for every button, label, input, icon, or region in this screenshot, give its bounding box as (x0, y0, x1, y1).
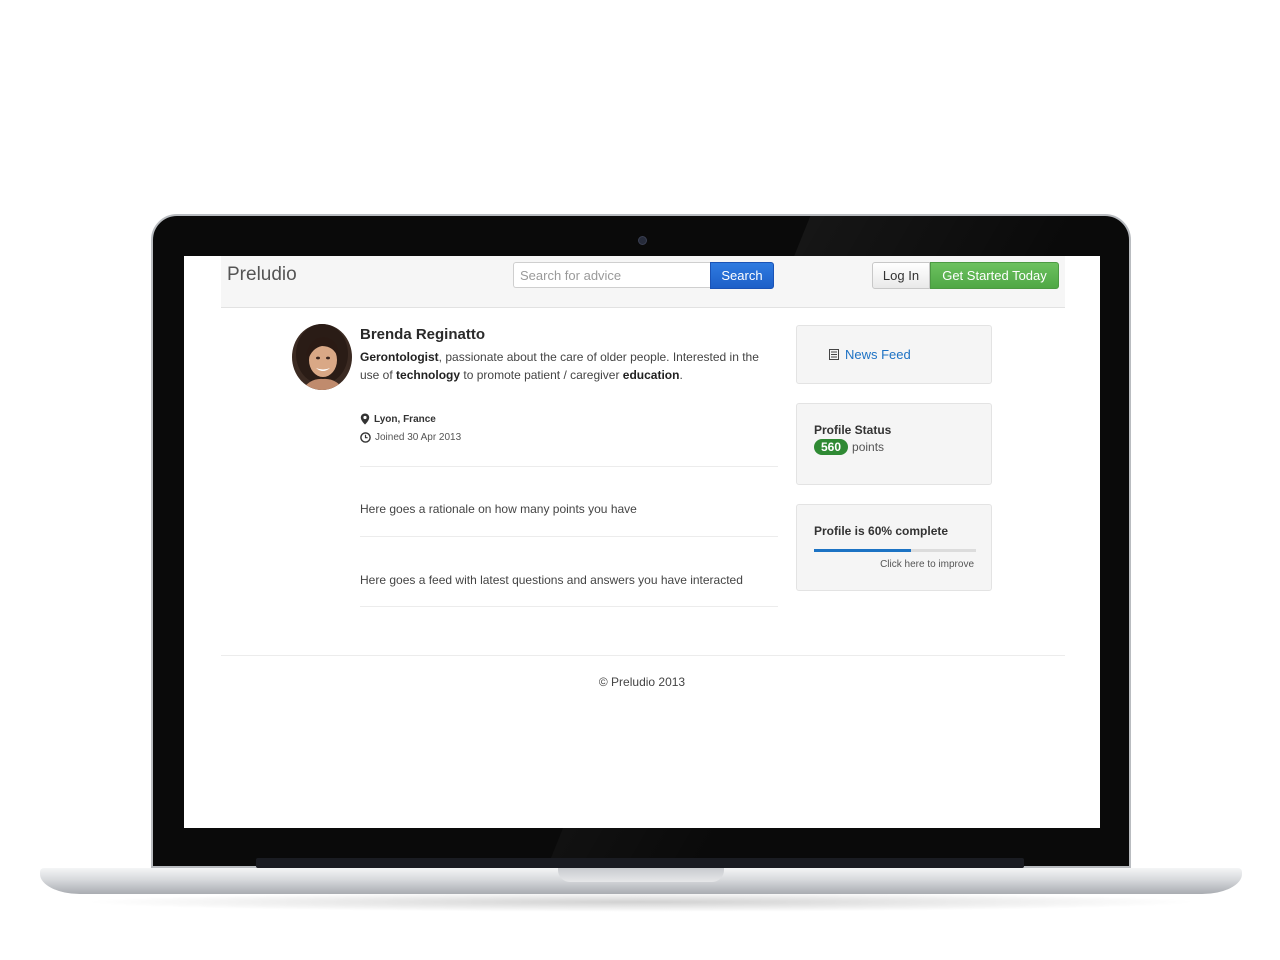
activity-feed-text: Here goes a feed with latest questions a… (360, 573, 743, 587)
improve-profile-link[interactable]: Click here to improve (880, 559, 974, 570)
profile-joined: Joined 30 Apr 2013 (360, 432, 461, 443)
divider (360, 606, 778, 607)
brand-logo[interactable]: Preludio (227, 264, 297, 286)
location-text: Lyon, France (374, 413, 436, 425)
bio-text: . (679, 368, 683, 382)
news-feed-label: News Feed (845, 347, 911, 362)
news-feed-panel: News Feed (796, 325, 992, 384)
divider (360, 466, 778, 467)
browser-viewport: Preludio Search Log In Get Started Today… (184, 256, 1100, 828)
points-row: 560 points (814, 439, 884, 455)
avatar-photo-icon (292, 324, 352, 390)
joined-text: Joined 30 Apr 2013 (375, 432, 462, 443)
login-button[interactable]: Log In (872, 262, 930, 289)
points-badge: 560 (814, 439, 849, 455)
search-input[interactable] (513, 262, 711, 288)
profile-status-title: Profile Status (814, 423, 892, 437)
list-icon (829, 349, 839, 360)
news-feed-link[interactable]: News Feed (829, 347, 911, 362)
map-marker-icon (360, 413, 370, 425)
avatar (292, 324, 352, 390)
profile-completion-panel: Profile is 60% complete Click here to im… (796, 504, 992, 591)
bio-role: Gerontologist (360, 350, 439, 364)
completion-progress-bar (814, 549, 976, 552)
divider (360, 536, 778, 537)
profile-name: Brenda Reginatto (360, 326, 486, 343)
get-started-button[interactable]: Get Started Today (930, 262, 1059, 289)
footer-divider (221, 655, 1065, 656)
profile-bio: Gerontologist, passionate about the care… (360, 348, 780, 384)
points-rationale-text: Here goes a rationale on how many points… (360, 502, 637, 516)
laptop-shadow (80, 892, 1202, 912)
completion-progress-fill (814, 549, 912, 552)
bio-keyword-education: education (622, 368, 680, 382)
bio-keyword-technology: technology (396, 368, 461, 382)
search-form: Search (513, 262, 775, 289)
laptop-hinge (256, 858, 1024, 868)
profile-status-panel: Profile Status 560 points (796, 403, 992, 485)
navbar: Preludio Search Log In Get Started Today (221, 256, 1065, 308)
points-label: points (852, 440, 885, 454)
search-button[interactable]: Search (710, 262, 774, 289)
footer-copyright: © Preludio 2013 (598, 675, 686, 689)
bio-text: to promote patient / caregiver (460, 368, 623, 382)
laptop-notch (558, 868, 724, 882)
profile-completion-title: Profile is 60% complete (814, 524, 949, 538)
profile-location: Lyon, France (360, 413, 436, 425)
clock-icon (360, 432, 371, 443)
camera-icon (638, 236, 647, 245)
